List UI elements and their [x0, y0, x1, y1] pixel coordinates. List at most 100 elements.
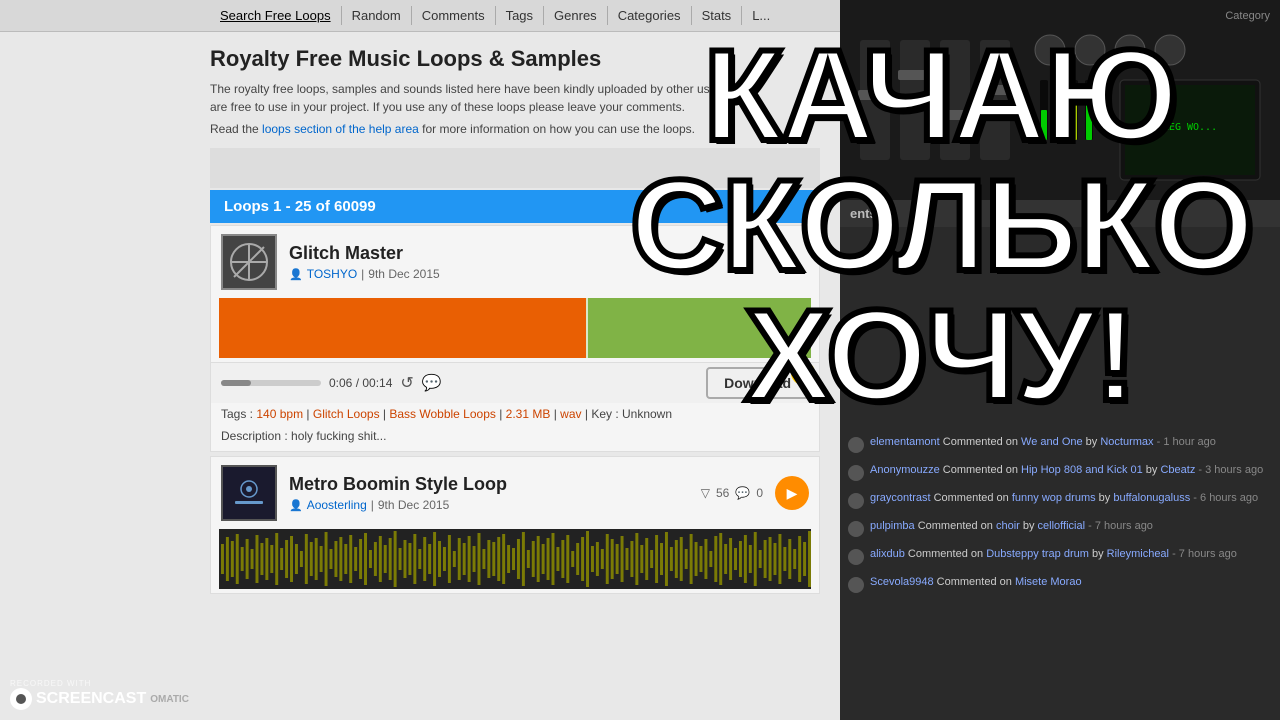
comment-user-1[interactable]: Anonymouzze — [870, 464, 940, 476]
comment-icon-1[interactable]: 💬 — [422, 373, 442, 393]
download-button-1[interactable]: Download — [706, 367, 809, 399]
comment-item-1: Anonymouzze Commented on Hip Hop 808 and… — [848, 463, 1272, 481]
loop-title-2: Metro Boomin Style Loop — [289, 474, 689, 495]
main-content: Search Free Loops Random Comments Tags G… — [0, 0, 840, 720]
help-link[interactable]: loops section of the help area — [262, 122, 419, 136]
page-description: The royalty free loops, samples and soun… — [210, 80, 770, 116]
loop-thumb-icon-1 — [229, 242, 269, 282]
screencast-inner-circle — [16, 694, 26, 704]
loop2-stats: ▽ 56 💬 0 — [701, 486, 763, 500]
comment-author-1[interactable]: Cbeatz — [1160, 464, 1195, 476]
comment-track-5[interactable]: Misete Morao — [1015, 576, 1082, 588]
comment-track-1[interactable]: Hip Hop 808 and Kick 01 — [1021, 464, 1143, 476]
help-text: Read the loops section of the help area … — [210, 122, 820, 136]
tag-glitch-1[interactable]: Glitch Loops — [313, 407, 380, 421]
comment-user-2[interactable]: graycontrast — [870, 492, 931, 504]
comment-avatar-5 — [848, 577, 864, 593]
watermark-recorded-with: RECORDED WITH — [10, 679, 189, 688]
loop-user-2[interactable]: Aoosterling — [307, 498, 367, 512]
waveform-2[interactable] — [219, 529, 811, 589]
comment-text-3: pulpimba Commented on choir by celloffic… — [870, 519, 1153, 534]
waveform-svg-2 — [219, 529, 811, 589]
comment-avatar-3 — [848, 521, 864, 537]
nav-search-free-loops[interactable]: Search Free Loops — [210, 6, 342, 25]
gear-category-label: Category — [1225, 10, 1270, 22]
loop-item-2: Metro Boomin Style Loop 👤 Aoosterling | … — [210, 456, 820, 594]
loop-info-2: Metro Boomin Style Loop 👤 Aoosterling | … — [289, 474, 689, 512]
screencast-watermark: RECORDED WITH SCREENCAST OMATIC — [10, 679, 189, 710]
loop-header-2: Metro Boomin Style Loop 👤 Aoosterling | … — [211, 457, 819, 529]
play-button-2[interactable]: ▶ — [775, 476, 809, 510]
loop-thumb-icon-2 — [229, 473, 269, 513]
loops-header: Loops 1 - 25 of 60099 — [210, 190, 820, 223]
nav-comments[interactable]: Comments — [412, 6, 496, 25]
tag-format-1[interactable]: wav — [560, 407, 581, 421]
progress-fill-1 — [221, 380, 251, 386]
screencast-circle-icon — [10, 688, 32, 710]
comment-text-0: elementamont Commented on We and One by … — [870, 435, 1216, 450]
nav-categories[interactable]: Categories — [608, 6, 692, 25]
tag-key-1: Key : Unknown — [591, 407, 672, 421]
svg-text:LEG WO...: LEG WO... — [1163, 122, 1217, 133]
sidebar-comments-header: ents — [840, 200, 1280, 227]
loop-meta-2: 👤 Aoosterling | 9th Dec 2015 — [289, 498, 689, 512]
sidebar-comments: elementamont Commented on We and One by … — [840, 427, 1280, 611]
nav-more[interactable]: L... — [742, 6, 780, 25]
comment-track-0[interactable]: We and One — [1021, 436, 1083, 448]
comment-user-4[interactable]: alixdub — [870, 548, 905, 560]
tag-bpm-1[interactable]: 140 bpm — [256, 407, 303, 421]
tag-bass-1[interactable]: Bass Wobble Loops — [389, 407, 496, 421]
watermark-brand2: OMATIC — [150, 694, 189, 705]
comment-author-2[interactable]: buffalonugaluss — [1113, 492, 1190, 504]
loop-icon-1[interactable]: ↺ — [400, 373, 413, 393]
comment-user-5[interactable]: Scevola9948 — [870, 576, 934, 588]
comment-track-2[interactable]: funny wop drums — [1012, 492, 1096, 504]
loop-thumbnail-2 — [221, 465, 277, 521]
nav-genres[interactable]: Genres — [544, 6, 608, 25]
nav-random[interactable]: Random — [342, 6, 412, 25]
page-body: Royalty Free Music Loops & Samples The r… — [0, 32, 840, 612]
filter-bar — [210, 148, 820, 188]
comment-user-3[interactable]: pulpimba — [870, 520, 915, 532]
comment-track-3[interactable]: choir — [996, 520, 1020, 532]
nav-bar: Search Free Loops Random Comments Tags G… — [0, 0, 840, 32]
nav-tags[interactable]: Tags — [496, 6, 544, 25]
page-title: Royalty Free Music Loops & Samples — [210, 46, 820, 72]
comment-text-5: Scevola9948 Commented on Misete Morao — [870, 575, 1082, 590]
comment-author-0[interactable]: Nocturmax — [1100, 436, 1153, 448]
comment-item-2: graycontrast Commented on funny wop drum… — [848, 491, 1272, 509]
comment-item-0: elementamont Commented on We and One by … — [848, 435, 1272, 453]
right-sidebar: Category — [840, 0, 1280, 720]
loop-item-1: Glitch Master 👤 TOSHYO | 9th Dec 2015 — [210, 225, 820, 452]
comment-user-0[interactable]: elementamont — [870, 436, 940, 448]
comment-avatar-2 — [848, 493, 864, 509]
waveform-green — [586, 298, 811, 358]
time-display-1: 0:06 / 00:14 — [329, 376, 392, 390]
nav-stats[interactable]: Stats — [692, 6, 743, 25]
comment-item-4: alixdub Commented on Dubsteppy trap drum… — [848, 547, 1272, 565]
gear-svg: LEG WO... — [840, 0, 1280, 200]
comment-item-3: pulpimba Commented on choir by celloffic… — [848, 519, 1272, 537]
progress-bar-1[interactable] — [221, 380, 321, 386]
loop-meta-1: 👤 TOSHYO | 9th Dec 2015 — [289, 267, 809, 281]
loop-date-separator-1: | — [361, 267, 364, 281]
user-icon-1: 👤 — [289, 268, 303, 281]
tag-filesize-1[interactable]: 2.31 MB — [506, 407, 551, 421]
loop-user-1[interactable]: TOSHYO — [307, 267, 357, 281]
user-icon-2: 👤 — [289, 499, 303, 512]
loop-title-1: Glitch Master — [289, 243, 809, 264]
plays-count-2: 56 — [716, 486, 729, 500]
comment-text-4: alixdub Commented on Dubsteppy trap drum… — [870, 547, 1237, 562]
playhead-1 — [586, 298, 588, 358]
comment-track-4[interactable]: Dubsteppy trap drum — [986, 548, 1089, 560]
loop-date-2: 9th Dec 2015 — [378, 498, 449, 512]
waveform-1[interactable] — [219, 298, 811, 358]
loop-date-1: 9th Dec 2015 — [368, 267, 439, 281]
watermark-text-block: RECORDED WITH SCREENCAST OMATIC — [10, 679, 189, 710]
comment-author-4[interactable]: Rileymicheal — [1107, 548, 1169, 560]
controls-bar-1: 0:06 / 00:14 ↺ 💬 Download — [211, 362, 819, 403]
loop-info-1: Glitch Master 👤 TOSHYO | 9th Dec 2015 — [289, 243, 809, 281]
comment-item-5: Scevola9948 Commented on Misete Morao — [848, 575, 1272, 593]
loop-header-1: Glitch Master 👤 TOSHYO | 9th Dec 2015 — [211, 226, 819, 298]
comment-author-3[interactable]: cellofficial — [1038, 520, 1086, 532]
